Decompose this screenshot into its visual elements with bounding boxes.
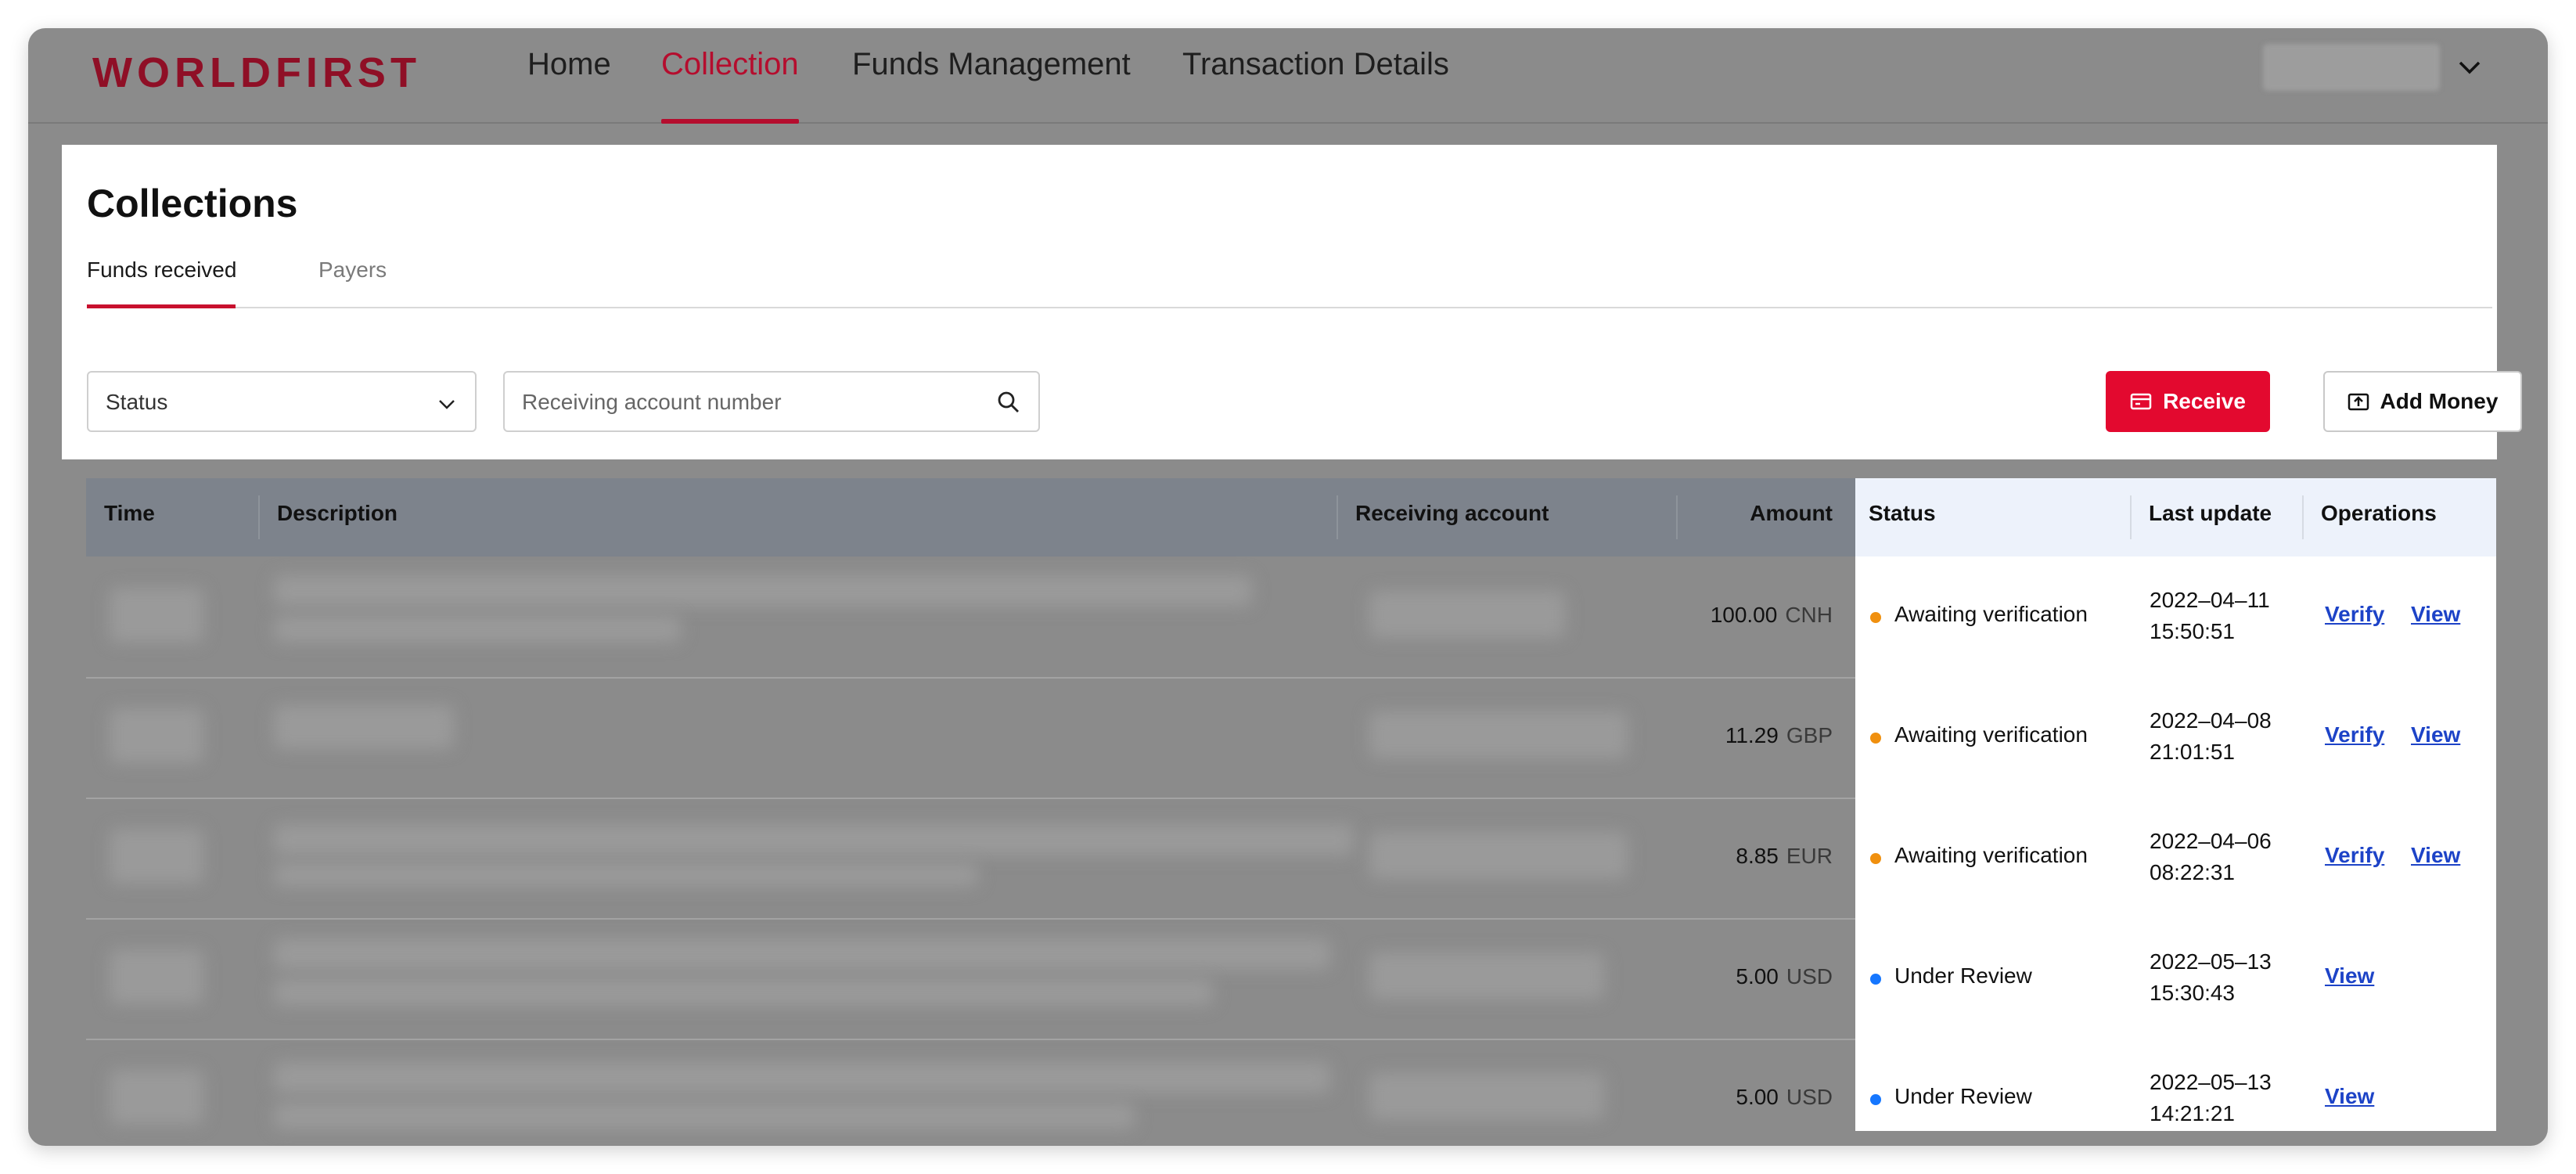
collections-header-panel: Collections Funds received Payers Status bbox=[62, 145, 2522, 459]
status-dot-awaiting bbox=[1870, 612, 1881, 623]
last-update-time: 08:22:31 bbox=[2150, 860, 2235, 884]
verify-link[interactable]: Verify bbox=[2325, 722, 2384, 747]
column-separator bbox=[2130, 495, 2132, 539]
last-update-date: 2022–04–11 bbox=[2150, 588, 2270, 612]
table-row-status-section[interactable]: Under Review 2022–05–13 14:21:21 View bbox=[1855, 1039, 2496, 1131]
amount-cell: 5.00 USD bbox=[1736, 964, 1833, 989]
view-link[interactable]: View bbox=[2325, 1084, 2374, 1109]
last-update-date: 2022–05–13 bbox=[2150, 1070, 2272, 1094]
status-filter-select[interactable]: Status bbox=[87, 371, 477, 432]
column-header-operations: Operations bbox=[2321, 501, 2437, 525]
status-dot-awaiting bbox=[1870, 853, 1881, 864]
search-icon[interactable] bbox=[996, 390, 1021, 415]
amount-cell: 11.29 GBP bbox=[1725, 723, 1833, 747]
page-title: Collections bbox=[87, 182, 298, 225]
status-dot-awaiting bbox=[1870, 733, 1881, 744]
status-text: Awaiting verification bbox=[1894, 602, 2088, 626]
table-row-status-section[interactable]: Awaiting verification 2022–04–06 08:22:3… bbox=[1855, 798, 2496, 920]
receive-button[interactable]: Receive bbox=[2106, 371, 2270, 432]
column-header-last-update: Last update bbox=[2149, 501, 2272, 525]
tab-payers[interactable]: Payers bbox=[318, 257, 387, 283]
status-dot-review bbox=[1870, 974, 1881, 985]
view-link[interactable]: View bbox=[2411, 602, 2460, 627]
last-update-time: 15:50:51 bbox=[2150, 619, 2235, 643]
last-update-date: 2022–04–06 bbox=[2150, 829, 2272, 853]
last-update-time: 14:21:21 bbox=[2150, 1101, 2235, 1125]
table-row-status-section[interactable]: Awaiting verification 2022–04–11 15:50:5… bbox=[1855, 556, 2496, 679]
chevron-down-icon[interactable] bbox=[2454, 52, 2485, 83]
status-text: Awaiting verification bbox=[1894, 843, 2088, 867]
column-separator bbox=[2302, 495, 2304, 539]
tab-divider bbox=[87, 307, 2492, 308]
column-header-amount: Amount bbox=[1750, 501, 1833, 525]
receive-icon bbox=[2130, 393, 2152, 410]
column-header-status: Status bbox=[1869, 501, 1936, 525]
amount-cell: 5.00 USD bbox=[1736, 1085, 1833, 1109]
tab-funds-received[interactable]: Funds received bbox=[87, 257, 236, 283]
app-window: WORLDFIRST Home Collection Funds Managem… bbox=[28, 28, 2548, 1146]
redacted-description bbox=[274, 575, 1252, 607]
status-text: Awaiting verification bbox=[1894, 722, 2088, 747]
status-text: Under Review bbox=[1894, 1084, 2032, 1108]
receive-button-label: Receive bbox=[2163, 389, 2246, 413]
nav-transaction-details[interactable]: Transaction Details bbox=[1182, 47, 1449, 122]
search-input[interactable] bbox=[520, 384, 962, 421]
last-update-time: 21:01:51 bbox=[2150, 740, 2235, 764]
status-dot-review bbox=[1870, 1094, 1881, 1105]
status-filter-placeholder: Status bbox=[106, 390, 168, 414]
add-money-button-label: Add Money bbox=[2380, 389, 2499, 413]
last-update-date: 2022–05–13 bbox=[2150, 949, 2272, 974]
last-update-date: 2022–04–08 bbox=[2150, 708, 2272, 733]
view-link[interactable]: View bbox=[2411, 843, 2460, 868]
nav-funds-management[interactable]: Funds Management bbox=[852, 47, 1131, 122]
last-update-time: 15:30:43 bbox=[2150, 981, 2235, 1005]
add-money-button[interactable]: Add Money bbox=[2323, 371, 2522, 432]
nav-collection[interactable]: Collection bbox=[661, 47, 799, 124]
verify-link[interactable]: Verify bbox=[2325, 602, 2384, 627]
chevron-down-icon bbox=[439, 400, 455, 409]
table-row-status-section[interactable]: Awaiting verification 2022–04–08 21:01:5… bbox=[1855, 677, 2496, 799]
table-row-status-section[interactable]: Under Review 2022–05–13 15:30:43 View bbox=[1855, 918, 2496, 1040]
receiving-account-search[interactable] bbox=[503, 371, 1040, 432]
top-navigation: WORLDFIRST Home Collection Funds Managem… bbox=[28, 28, 2548, 124]
amount-cell: 100.00 CNH bbox=[1710, 603, 1833, 627]
add-money-icon bbox=[2348, 393, 2369, 411]
worldfirst-logo[interactable]: WORLDFIRST bbox=[92, 49, 421, 97]
status-text: Under Review bbox=[1894, 963, 2032, 988]
view-link[interactable]: View bbox=[2325, 963, 2374, 989]
view-link[interactable]: View bbox=[2411, 722, 2460, 747]
nav-home[interactable]: Home bbox=[527, 47, 611, 122]
amount-cell: 8.85 EUR bbox=[1736, 844, 1833, 868]
account-avatar[interactable] bbox=[2263, 44, 2440, 91]
verify-link[interactable]: Verify bbox=[2325, 843, 2384, 868]
active-tab-indicator bbox=[87, 304, 236, 308]
